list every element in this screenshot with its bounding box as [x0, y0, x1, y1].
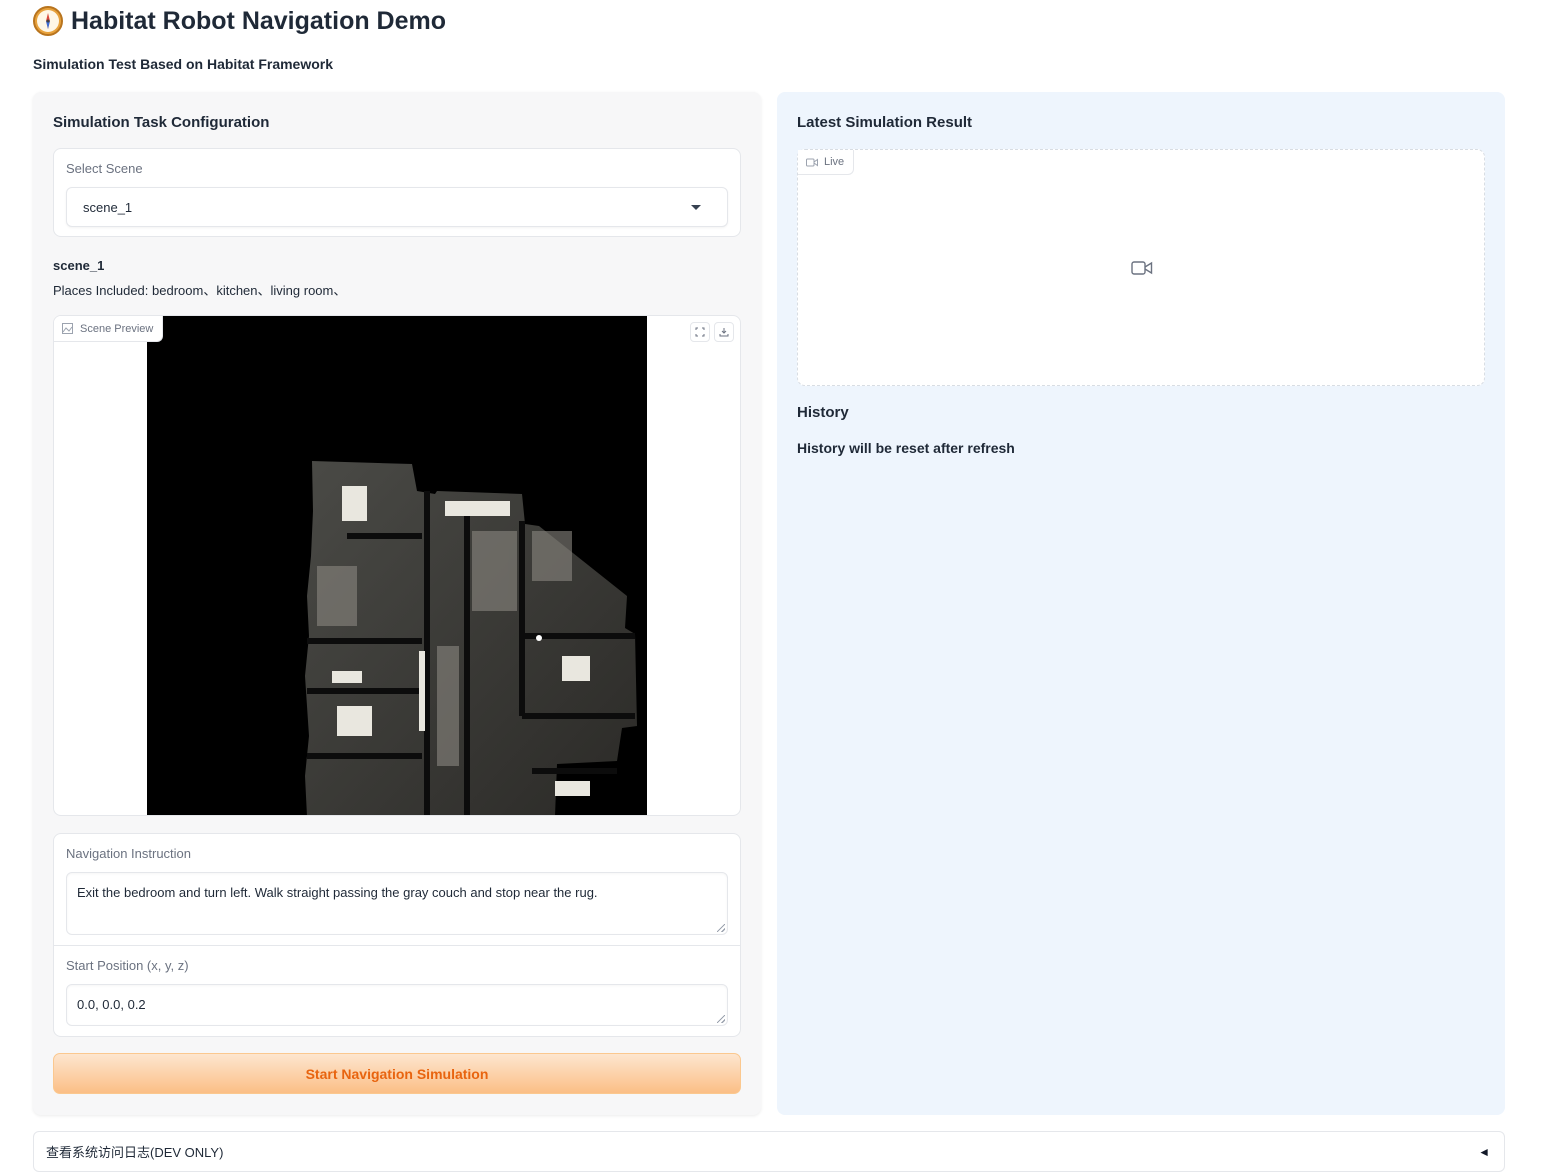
- video-player[interactable]: Live: [797, 149, 1485, 386]
- collapse-arrow-icon[interactable]: ◄: [1478, 1145, 1490, 1159]
- scene-preview-image: [147, 316, 647, 815]
- config-heading: Simulation Task Configuration: [53, 114, 270, 131]
- video-camera-icon: [806, 158, 818, 166]
- image-icon: [62, 323, 73, 334]
- start-position-input[interactable]: 0.0, 0.0, 0.2: [66, 984, 728, 1026]
- result-panel: Latest Simulation Result Live History Hi…: [777, 92, 1505, 1115]
- start-simulation-button[interactable]: Start Navigation Simulation: [53, 1053, 741, 1094]
- instruction-text: Exit the bedroom and turn left. Walk str…: [77, 885, 598, 900]
- divider: [54, 945, 740, 946]
- scene-preview-tag: Scene Preview: [54, 316, 164, 342]
- history-note: History will be reset after refresh: [797, 440, 1015, 456]
- start-position-text: 0.0, 0.0, 0.2: [77, 997, 146, 1012]
- resize-handle[interactable]: [717, 1015, 725, 1023]
- result-heading: Latest Simulation Result: [797, 114, 973, 131]
- access-log-label: 查看系统访问日志(DEV ONLY): [46, 1145, 224, 1160]
- access-log-accordion[interactable]: 查看系统访问日志(DEV ONLY) ◄: [33, 1131, 1505, 1172]
- scene-places: Places Included: bedroom、kitchen、living …: [53, 283, 347, 298]
- download-button[interactable]: [714, 322, 734, 342]
- compass-icon: [33, 6, 63, 36]
- video-placeholder-icon: [1131, 261, 1153, 275]
- config-panel: Simulation Task Configuration Select Sce…: [33, 92, 761, 1115]
- resize-handle[interactable]: [717, 924, 725, 932]
- live-label: Live: [824, 156, 845, 168]
- history-heading: History: [797, 404, 849, 421]
- scene-select[interactable]: scene_1: [66, 187, 728, 227]
- scene-name: scene_1: [53, 258, 105, 273]
- page-title-text: Habitat Robot Navigation Demo: [71, 6, 447, 35]
- chevron-down-icon[interactable]: [691, 205, 701, 210]
- scene-select-label: Select Scene: [66, 161, 143, 176]
- instruction-label: Navigation Instruction: [66, 846, 192, 861]
- page-title: Habitat Robot Navigation Demo: [33, 6, 446, 36]
- scene-select-card: Select Scene scene_1: [53, 148, 741, 237]
- instruction-textarea[interactable]: Exit the bedroom and turn left. Walk str…: [66, 872, 728, 935]
- live-tag: Live: [798, 150, 855, 175]
- page-subtitle: Simulation Test Based on Habitat Framewo…: [33, 56, 334, 72]
- scene-preview: Scene Preview: [53, 315, 741, 816]
- instruction-card: Navigation Instruction Exit the bedroom …: [53, 833, 741, 1037]
- start-position-label: Start Position (x, y, z): [66, 958, 189, 973]
- scene-preview-label: Scene Preview: [80, 322, 154, 335]
- fullscreen-button[interactable]: [690, 322, 710, 342]
- download-icon: [719, 328, 729, 337]
- scene-select-value: scene_1: [83, 200, 133, 215]
- fullscreen-icon: [695, 327, 705, 337]
